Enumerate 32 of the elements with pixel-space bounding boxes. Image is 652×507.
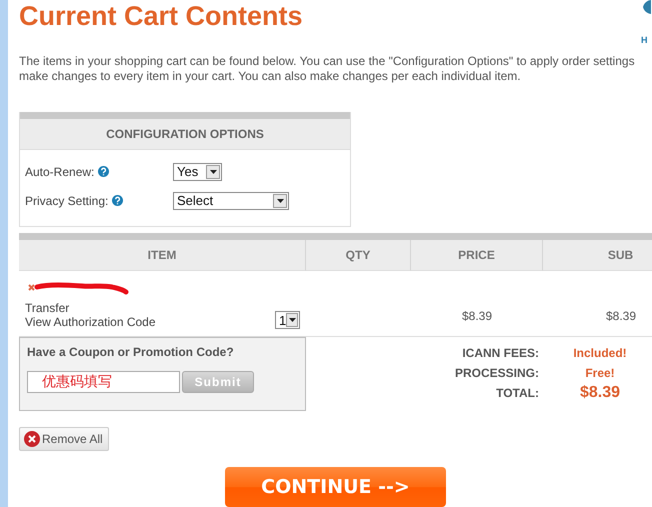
remove-icon: [24, 431, 40, 447]
caret-icon: [276, 198, 284, 204]
total-label: ICANN FEES:: [462, 345, 539, 362]
column-header: ITEM: [19, 240, 306, 271]
total-amount: $8.39: [580, 383, 620, 403]
help-icon[interactable]: [112, 195, 124, 206]
fee-value: Included!: [573, 345, 627, 362]
authorization-code-link[interactable]: View Authorization Code: [25, 315, 156, 329]
page-title: Current Cart Contents: [19, 0, 303, 33]
column-header: QTY: [306, 240, 411, 271]
column-header: SUB: [543, 240, 652, 271]
panel-heading: CONFIGURATION OPTIONS: [20, 119, 350, 150]
coupon-heading: Have a Coupon or Promotion Code?: [27, 345, 235, 359]
caret-icon: [208, 168, 218, 174]
intro-text: The items in your shopping cart can be found below. You can use the "Configuration Options" to apply order settings make changes to every item in your cart. You can also make changes per each individual item.: [19, 54, 636, 84]
help-icon[interactable]: [98, 166, 110, 177]
coupon-field[interactable]: 优惠码填写: [27, 371, 180, 393]
total-label: TOTAL:: [496, 385, 539, 402]
option-label: Privacy Setting:: [25, 194, 108, 208]
fee-value: Free!: [585, 365, 615, 382]
caret-icon: [288, 317, 297, 323]
select-dropdown[interactable]: Select: [173, 192, 289, 210]
price-text: $8.39: [462, 309, 492, 323]
help-link[interactable]: H: [641, 36, 648, 45]
item-type: Transfer: [25, 301, 70, 315]
column-header: PRICE: [411, 240, 543, 271]
select-dropdown[interactable]: Yes: [173, 162, 222, 180]
remove-all-button[interactable]: Remove All: [19, 427, 109, 451]
option-label: Auto-Renew:: [25, 164, 94, 178]
subtotal-text: $8.39: [606, 309, 636, 323]
quantity-select[interactable]: 1: [275, 311, 300, 329]
total-label: PROCESSING:: [454, 365, 539, 382]
